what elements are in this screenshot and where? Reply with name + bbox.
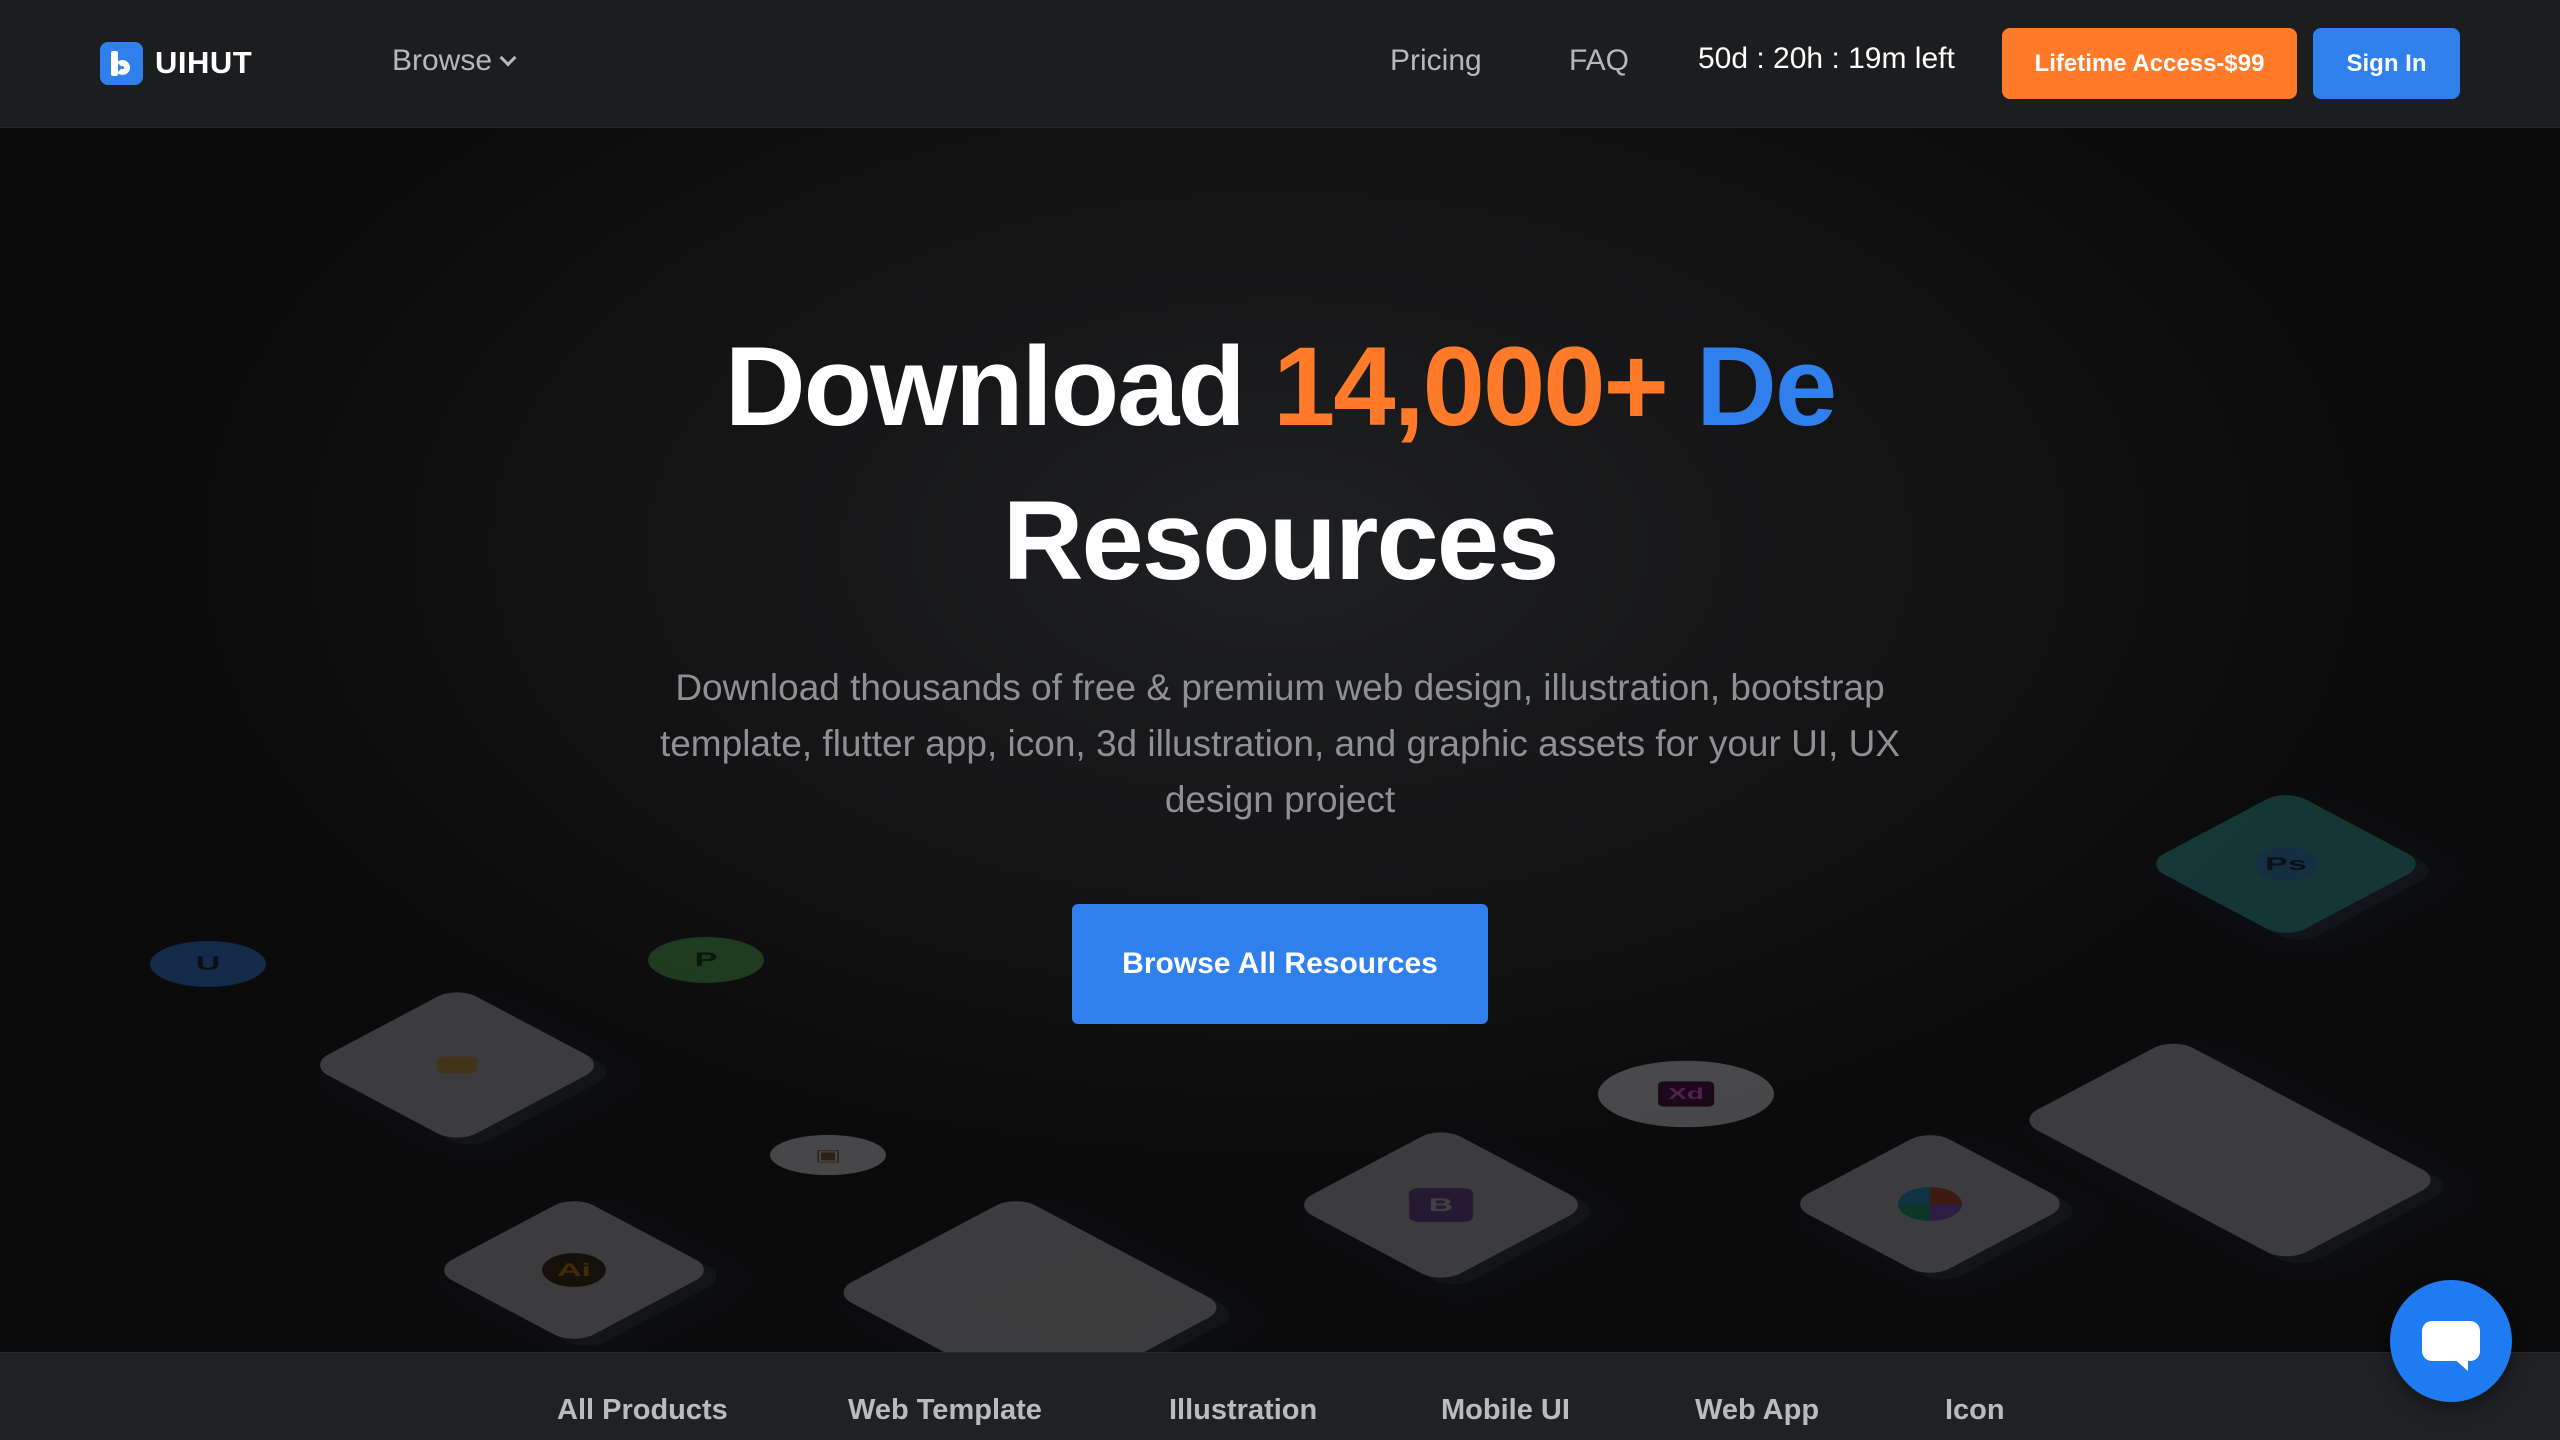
sketch-icon <box>437 1056 477 1074</box>
category-tab-icon[interactable]: Icon <box>1945 1394 2005 1427</box>
chat-button[interactable] <box>2390 1280 2512 1402</box>
lifetime-access-button[interactable]: Lifetime Access-$99 <box>2002 28 2297 99</box>
chat-bubble-icon <box>2422 1321 2480 1371</box>
top-navbar: UIHUT Browse Pricing FAQ 50d : 20h : 19m… <box>0 0 2560 128</box>
decor-glyph-ai: Ai <box>542 1253 606 1287</box>
countdown-timer: 50d : 20h : 19m left <box>1698 42 1955 75</box>
nav-browse-label: Browse <box>392 44 493 77</box>
page: U P ▣ Ai B Xd Ps UIHUT Browse Pricing FA… <box>0 0 2560 1440</box>
category-tab-web-template[interactable]: Web Template <box>848 1394 1042 1427</box>
nav-pricing-link[interactable]: Pricing <box>1390 44 1482 78</box>
decor-disc-u: U <box>150 941 266 987</box>
decor-glyph-u: U <box>195 952 221 975</box>
figma-icon <box>1898 1187 1962 1221</box>
box-icon: ▣ <box>814 1146 842 1164</box>
decor-glyph-ps: Ps <box>2254 847 2318 881</box>
hero-headline-line2: Resources <box>1002 478 1560 603</box>
logo[interactable]: UIHUT <box>100 40 252 86</box>
decor-disc-box: ▣ <box>770 1134 886 1176</box>
uihut-logo-icon <box>100 41 143 85</box>
nav-faq-link[interactable]: FAQ <box>1569 44 1629 78</box>
decor-glyph-b: B <box>1409 1188 1473 1222</box>
decor-glyph-p: P <box>694 948 718 971</box>
category-tab-mobile-ui[interactable]: Mobile UI <box>1441 1394 1570 1427</box>
chevron-down-icon <box>499 49 517 67</box>
hero-headline-line1: Download 14,000+ De <box>0 322 2560 451</box>
hero-subtitle: Download thousands of free & premium web… <box>659 667 1901 820</box>
decor-disc-xd: Xd <box>1598 1060 1774 1128</box>
headline-download: Download <box>724 324 1246 449</box>
headline-count: 14,000+ <box>1272 324 1669 449</box>
browse-all-resources-button[interactable]: Browse All Resources <box>1072 904 1488 1024</box>
logo-text: UIHUT <box>155 45 253 80</box>
category-tab-all-products[interactable]: All Products <box>557 1394 728 1427</box>
decor-glyph-xd: Xd <box>1658 1081 1714 1107</box>
category-tab-illustration[interactable]: Illustration <box>1169 1394 1317 1427</box>
category-tab-web-app[interactable]: Web App <box>1695 1394 1819 1427</box>
headline-typed-word: De <box>1696 324 1837 449</box>
sign-in-button[interactable]: Sign In <box>2313 28 2460 99</box>
nav-browse-dropdown[interactable]: Browse <box>392 44 517 78</box>
decor-disc-p: P <box>648 937 764 983</box>
